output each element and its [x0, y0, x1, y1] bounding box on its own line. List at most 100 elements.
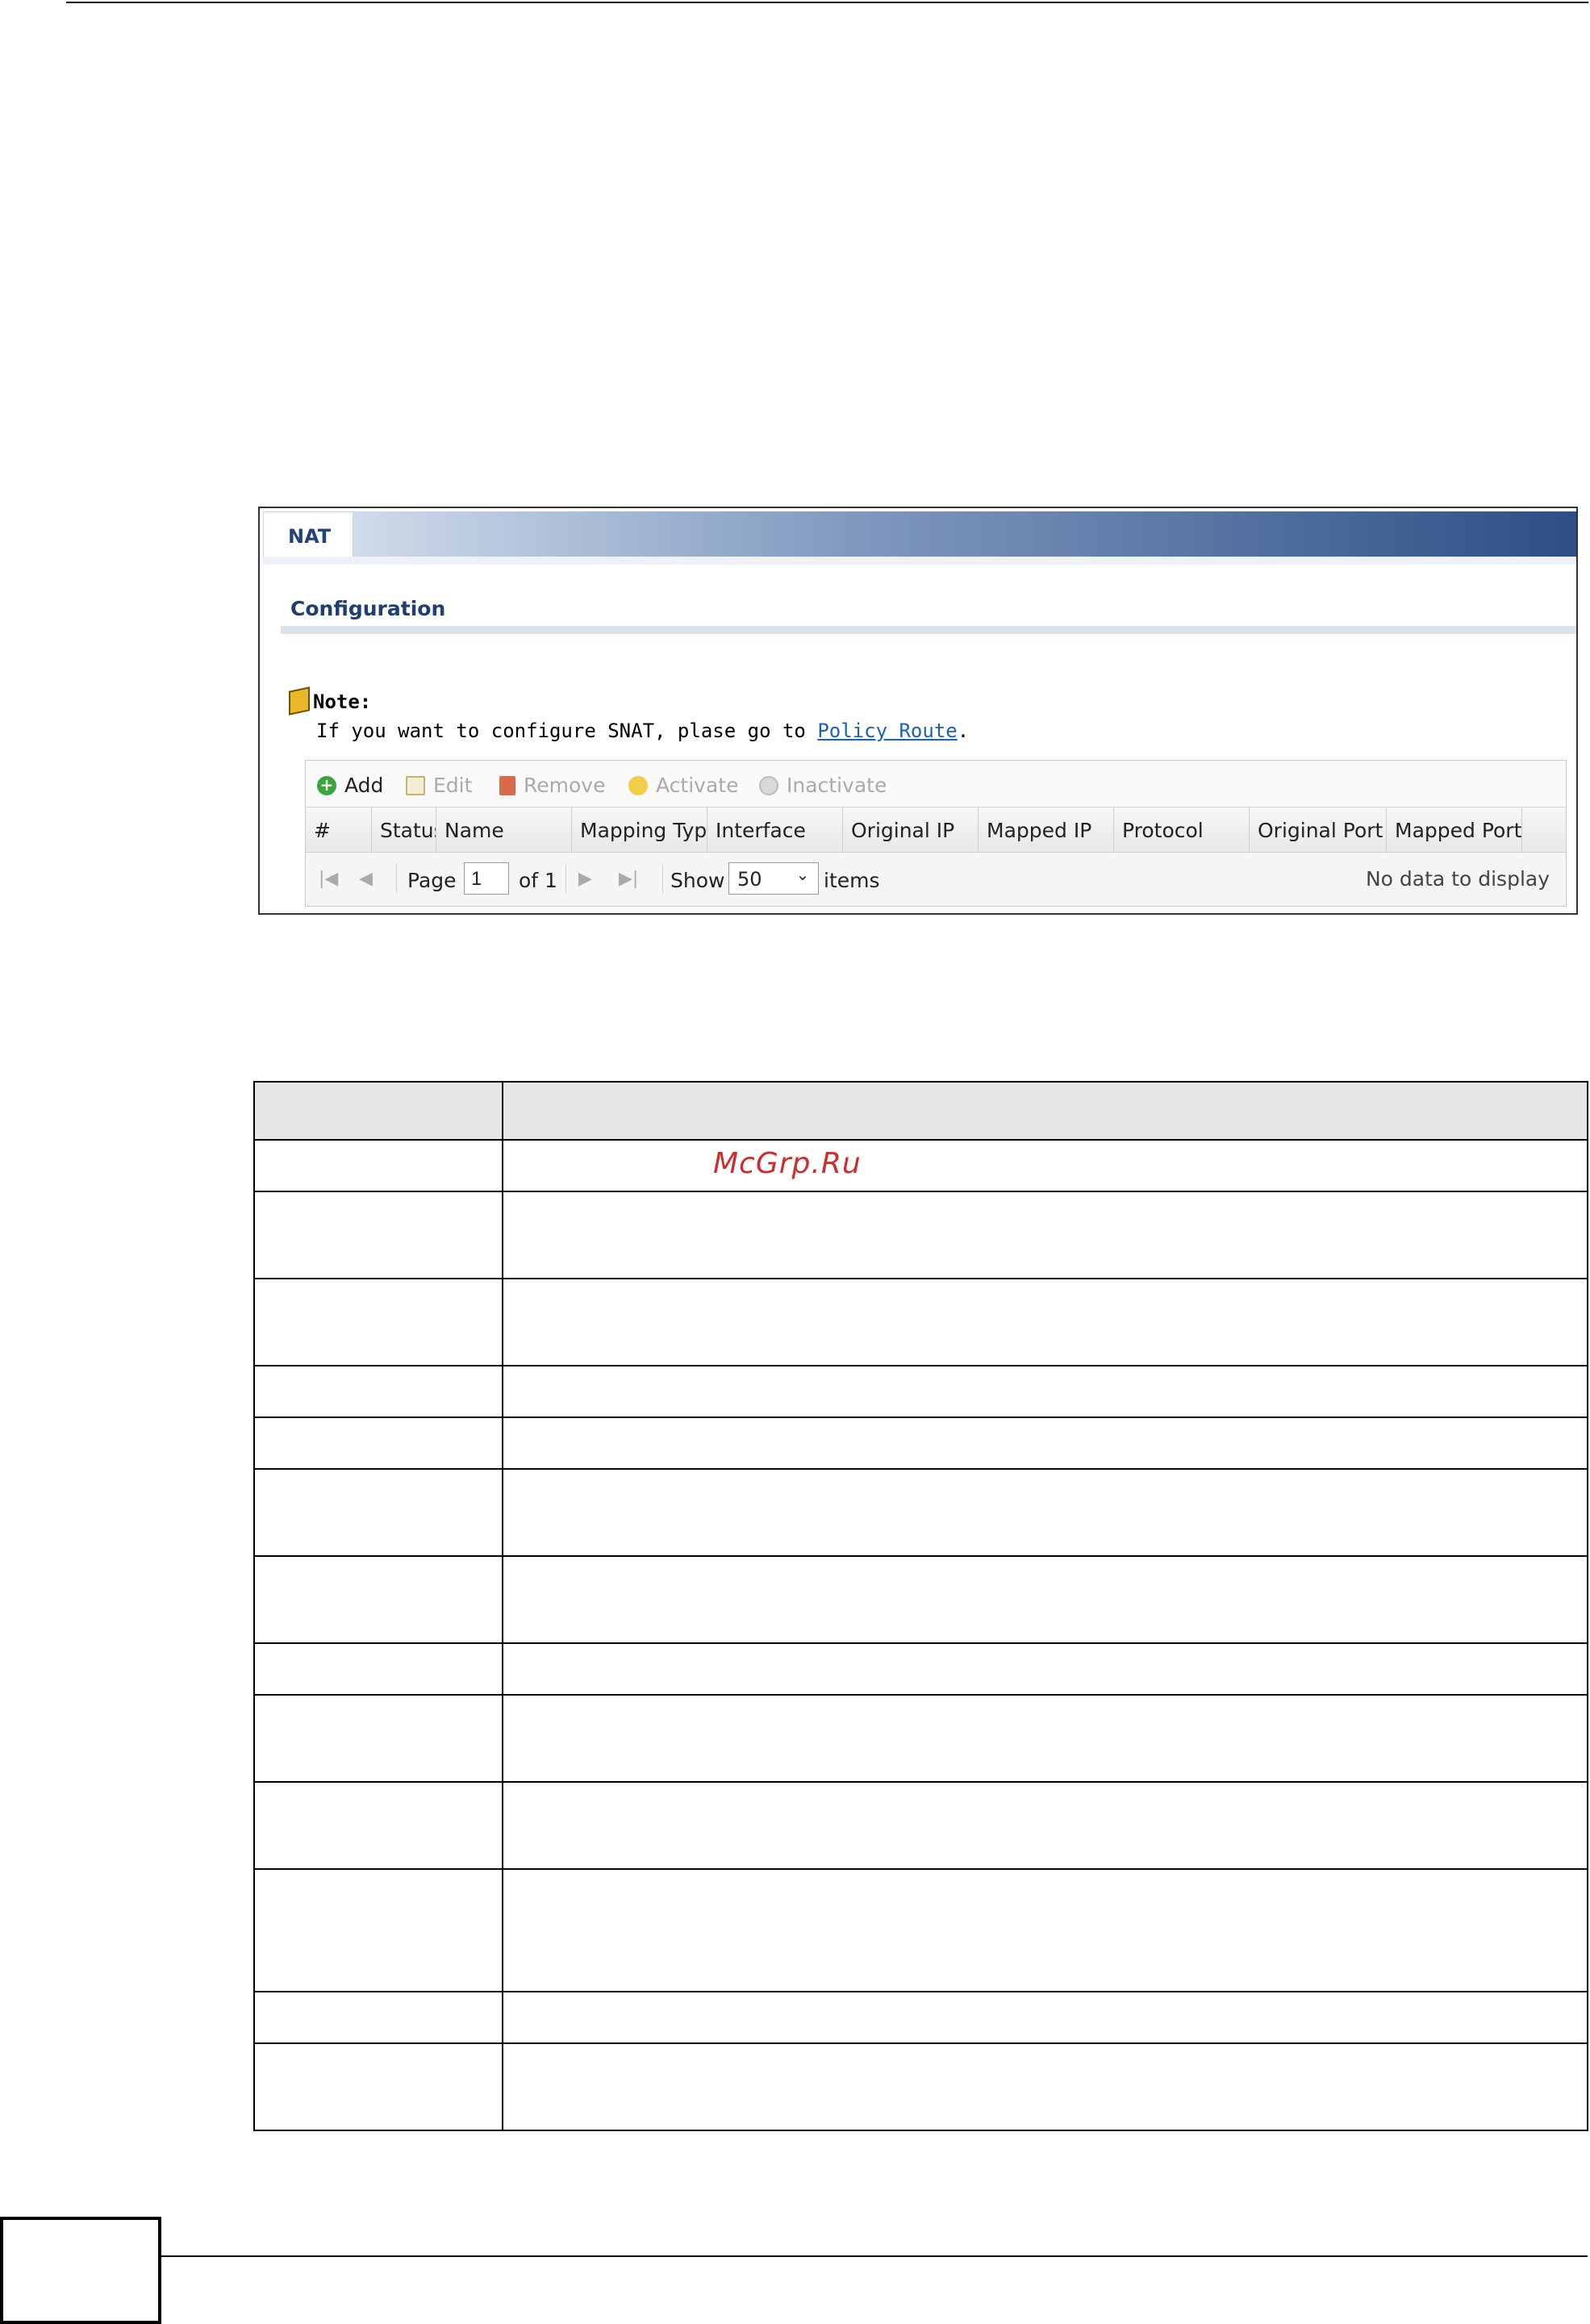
- col-name[interactable]: Name: [436, 807, 572, 853]
- pager-separator: [565, 864, 566, 893]
- field-description-table: McGrp.Ru: [253, 1081, 1588, 2131]
- col-interface[interactable]: Interface: [707, 807, 843, 853]
- table-cell: [502, 1642, 1588, 1696]
- inactivate-icon: [759, 775, 778, 795]
- table-cell: [253, 1139, 503, 1192]
- watermark: McGrp.Ru: [713, 1147, 862, 1180]
- table-cell: [253, 1191, 503, 1279]
- nat-screen: NAT Configuration Note: If you want to c…: [258, 507, 1578, 915]
- table-cell: [502, 2042, 1588, 2131]
- activate-button[interactable]: Activate: [628, 774, 738, 797]
- table-row: [253, 1642, 1588, 1696]
- page-label: Page: [407, 869, 457, 892]
- pager-separator: [396, 864, 397, 893]
- table-cell: [253, 1694, 503, 1783]
- note-text: If you want to configure SNAT, plase go …: [316, 720, 969, 742]
- inactivate-label: Inactivate: [787, 774, 887, 797]
- edit-icon: [406, 775, 425, 795]
- grid-header: # Status Name Mapping Type Interface Ori…: [306, 807, 1566, 853]
- col-original-port[interactable]: Original Port: [1250, 807, 1387, 853]
- remove-label: Remove: [524, 774, 606, 797]
- table-row: [253, 1868, 1588, 1992]
- table-cell: [502, 1278, 1588, 1366]
- remove-button[interactable]: Remove: [499, 774, 605, 797]
- table-cell: [502, 1781, 1588, 1870]
- note-text-prefix: If you want to configure SNAT, plase go …: [316, 720, 818, 742]
- table-header-cell: [253, 1081, 503, 1141]
- grid-pager: |◀ ◀ Page 1 of 1 ▶ ▶| Show 50 ⌄ items No…: [306, 853, 1566, 906]
- add-icon: +: [317, 775, 336, 795]
- table-cell: [253, 1991, 503, 2044]
- table-row: McGrp.Ru: [253, 1139, 1588, 1192]
- table-cell: [253, 1417, 503, 1470]
- note-text-suffix: .: [957, 720, 970, 742]
- table-cell: [502, 1365, 1588, 1418]
- items-label: items: [824, 869, 880, 892]
- policy-route-link[interactable]: Policy Route: [817, 720, 957, 742]
- col-mapping-type[interactable]: Mapping Type: [572, 807, 707, 853]
- footer-rule: [161, 2255, 1588, 2257]
- table-row: [253, 1694, 1588, 1783]
- note-icon: [289, 686, 310, 716]
- tab-nat[interactable]: NAT: [263, 511, 353, 558]
- header-rule: [66, 2, 1588, 3]
- section-title: Configuration: [290, 597, 446, 620]
- table-cell: [253, 2042, 503, 2131]
- table-cell: [253, 1868, 503, 1992]
- col-protocol[interactable]: Protocol: [1114, 807, 1250, 853]
- grid-toolbar: + Add Edit Remove Activate Inactivate: [306, 761, 1566, 807]
- col-original-ip[interactable]: Original IP: [843, 807, 979, 853]
- table-row: [253, 1468, 1588, 1557]
- col-number[interactable]: #: [306, 807, 372, 853]
- pager-separator: [662, 864, 663, 893]
- page-number-box: [0, 2217, 161, 2324]
- table-cell: [502, 1191, 1588, 1279]
- show-label: Show: [670, 869, 725, 892]
- edit-label: Edit: [433, 774, 473, 797]
- page-count: of 1: [519, 869, 557, 892]
- tab-bar: NAT: [263, 511, 1576, 558]
- table-cell: McGrp.Ru: [502, 1139, 1588, 1192]
- remove-icon: [499, 775, 515, 795]
- next-page-icon[interactable]: ▶: [578, 869, 592, 889]
- col-status[interactable]: Status: [372, 807, 436, 853]
- table-cell: [253, 1278, 503, 1366]
- col-mapped-port[interactable]: Mapped Port: [1387, 807, 1522, 853]
- activate-icon: [628, 775, 648, 795]
- table-header-cell: [502, 1081, 1588, 1141]
- table-cell: [253, 1642, 503, 1696]
- add-label: Add: [344, 774, 384, 797]
- inactivate-button[interactable]: Inactivate: [759, 774, 887, 797]
- section-divider: [281, 626, 1576, 634]
- table-row: [253, 1991, 1588, 2044]
- table-row: [253, 1417, 1588, 1470]
- prev-page-icon[interactable]: ◀: [359, 869, 373, 889]
- table-cell: [253, 1468, 503, 1557]
- nat-rules-grid: + Add Edit Remove Activate Inactivate #: [305, 760, 1567, 907]
- table-row: [253, 1278, 1588, 1366]
- tab-strip: [263, 557, 1576, 565]
- table-cell: [253, 1365, 503, 1418]
- table-row: [253, 1555, 1588, 1644]
- page-number-input[interactable]: 1: [464, 862, 509, 895]
- table-cell: [502, 1694, 1588, 1783]
- table-row: [253, 2042, 1588, 2131]
- col-mapped-ip[interactable]: Mapped IP: [979, 807, 1114, 853]
- first-page-icon[interactable]: |◀: [319, 869, 338, 889]
- table-row: [253, 1365, 1588, 1418]
- table-cell: [253, 1555, 503, 1644]
- table-cell: [253, 1781, 503, 1870]
- table-row: [253, 1191, 1588, 1279]
- last-page-icon[interactable]: ▶|: [619, 869, 638, 889]
- add-button[interactable]: + Add: [317, 774, 383, 797]
- table-cell: [502, 1555, 1588, 1644]
- table-cell: [502, 1417, 1588, 1470]
- chevron-down-icon: ⌄: [795, 865, 810, 884]
- table-row: [253, 1781, 1588, 1870]
- table-cell: [502, 1991, 1588, 2044]
- edit-button[interactable]: Edit: [406, 774, 472, 797]
- table-cell: [502, 1468, 1588, 1557]
- empty-message: No data to display: [1365, 867, 1550, 891]
- page-size-select[interactable]: 50 ⌄: [728, 862, 819, 895]
- table-cell: [502, 1868, 1588, 1992]
